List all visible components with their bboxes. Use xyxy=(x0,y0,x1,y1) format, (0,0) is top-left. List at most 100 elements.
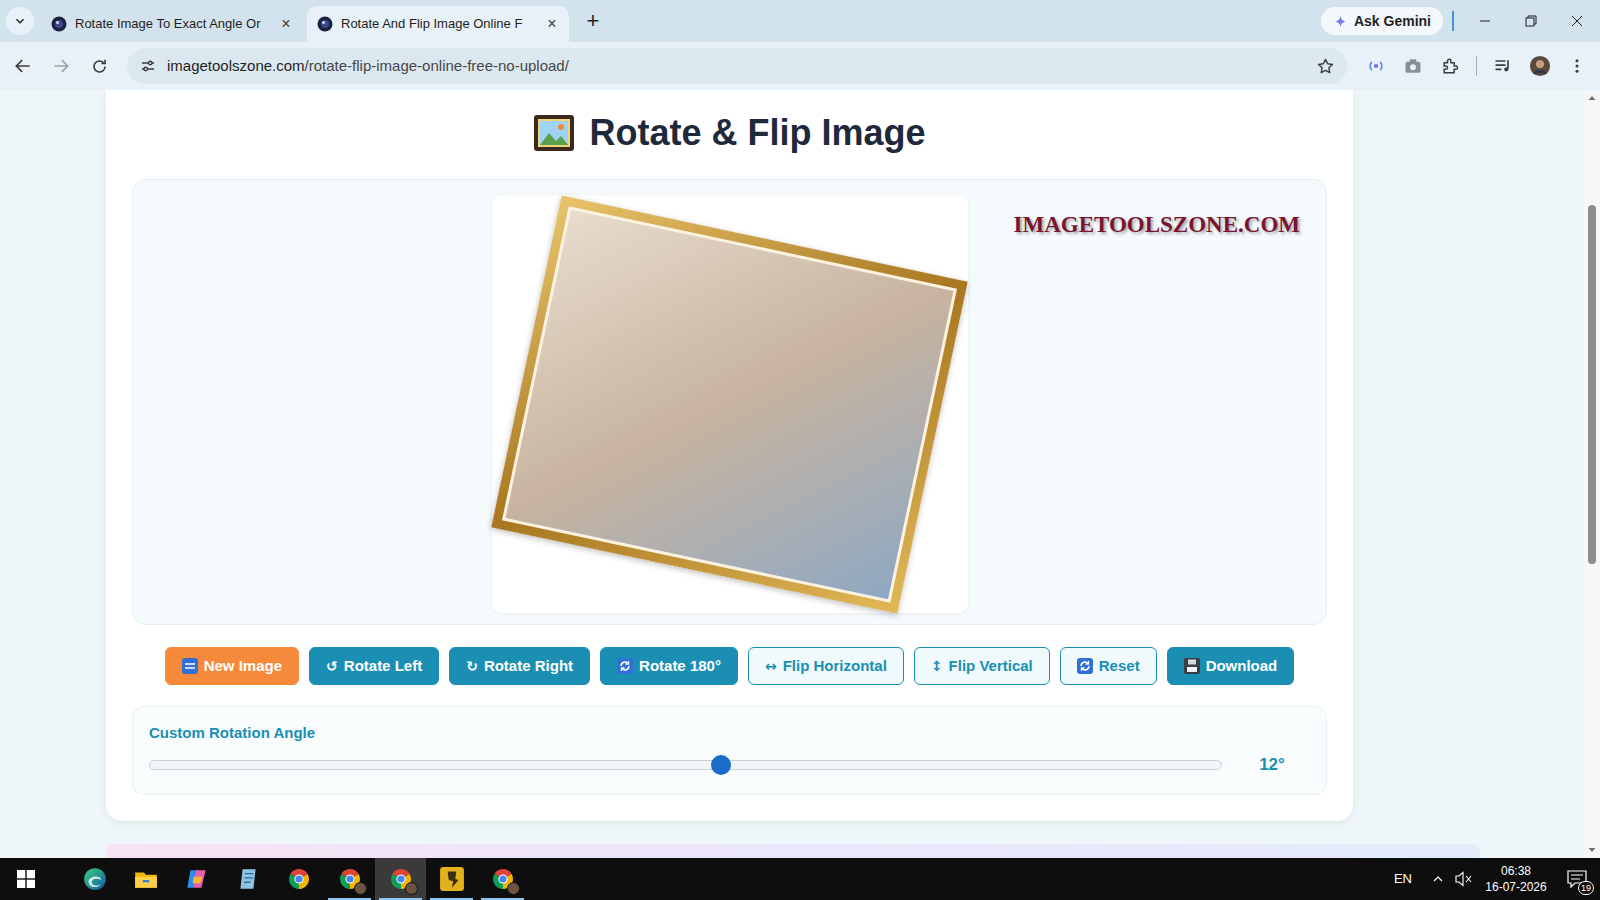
button-glyph: ↺ xyxy=(326,656,338,677)
taskbar-app[interactable] xyxy=(375,858,426,900)
gemini-star-icon xyxy=(1333,14,1348,29)
start-button[interactable] xyxy=(0,858,52,900)
slider-thumb[interactable] xyxy=(711,755,731,775)
clock-time: 06:38 xyxy=(1501,863,1531,879)
web-page: Rotate & Flip Image IMAGETOOLSZONE.COM New… xyxy=(0,90,1600,858)
camera-button[interactable] xyxy=(1396,49,1430,83)
app-icon-slot xyxy=(235,866,261,892)
cycle-arrows-icon xyxy=(1077,658,1093,674)
button-label: Reset xyxy=(1099,655,1140,678)
folder-icon xyxy=(133,866,159,892)
scrollbar[interactable] xyxy=(1584,90,1600,858)
minimize-button[interactable] xyxy=(1462,0,1508,42)
slider-track xyxy=(149,760,1222,770)
notifications-button[interactable]: 19 xyxy=(1554,858,1600,900)
reload-button[interactable] xyxy=(82,49,116,83)
tab-search-button[interactable] xyxy=(6,7,34,35)
chrome-profile-icon xyxy=(491,867,515,891)
language-indicator[interactable]: EN xyxy=(1380,869,1426,889)
running-indicator xyxy=(430,898,473,900)
chrome-profile-icon xyxy=(389,867,413,891)
more-vertical-icon xyxy=(1568,57,1586,75)
new-tab-button[interactable]: + xyxy=(579,7,607,35)
menu-button[interactable] xyxy=(1560,49,1594,83)
app-icon-slot xyxy=(389,867,413,891)
taskbar-app[interactable] xyxy=(69,858,120,900)
camera-icon xyxy=(1403,56,1423,76)
copilot-icon xyxy=(184,866,210,892)
taskbar-app[interactable] xyxy=(273,858,324,900)
rotated-photo[interactable] xyxy=(491,195,967,613)
app-icon-slot xyxy=(439,866,465,892)
taskbar: EN 06:3816-07-202619 xyxy=(0,858,1600,900)
page-title: Rotate & Flip Image xyxy=(589,111,925,155)
clock[interactable]: 06:3816-07-2026 xyxy=(1478,863,1554,895)
media-queue-icon xyxy=(1493,56,1513,76)
forward-button[interactable] xyxy=(44,49,78,83)
yellow-app-icon xyxy=(439,866,465,892)
running-indicator xyxy=(124,898,167,900)
cycle-arrows-icon xyxy=(617,658,633,674)
volume-button[interactable] xyxy=(1450,858,1478,900)
taskbar-app[interactable] xyxy=(324,858,375,900)
back-button[interactable] xyxy=(6,49,40,83)
puzzle-icon xyxy=(1440,56,1460,76)
tool-button[interactable]: Rotate 180° xyxy=(600,647,738,685)
url-domain: imagetoolszone.com xyxy=(167,55,305,78)
slider-reading: 12° xyxy=(1252,752,1292,778)
tool-button[interactable]: ↕Flip Vertical xyxy=(914,647,1050,685)
running-indicator xyxy=(328,898,371,900)
tool-button[interactable]: ↺Rotate Left xyxy=(309,647,439,685)
next-section xyxy=(106,844,1480,858)
chevron-up-icon xyxy=(1432,873,1444,885)
running-indicator xyxy=(277,898,320,900)
close-window-button[interactable] xyxy=(1554,0,1600,42)
gemini-live-button[interactable] xyxy=(1359,49,1393,83)
tool-button[interactable]: Reset xyxy=(1060,647,1157,685)
speaker-muted-icon xyxy=(1455,871,1473,887)
address-bar[interactable]: imagetoolszone.com/rotate-flip-image-onl… xyxy=(127,48,1347,84)
app-icon-slot xyxy=(287,867,311,891)
windows-logo-icon xyxy=(17,870,35,888)
button-glyph: ↔ xyxy=(765,656,777,677)
scroll-up-icon xyxy=(1584,90,1600,106)
reload-icon xyxy=(90,57,109,76)
browser-tab[interactable]: Rotate Image To Exact Angle Or× xyxy=(41,6,303,42)
floppy-disk-icon xyxy=(1184,658,1200,674)
browser-tab[interactable]: Rotate And Flip Image Online F× xyxy=(307,6,569,42)
tool-button[interactable]: ↔Flip Horizontal xyxy=(748,647,904,685)
tool-button[interactable]: Download xyxy=(1167,647,1295,685)
profile-button[interactable] xyxy=(1523,49,1557,83)
ask-gemini-label: Ask Gemini xyxy=(1354,11,1431,32)
tool-button[interactable]: ↻Rotate Right xyxy=(449,647,590,685)
framed-picture-icon xyxy=(533,114,575,152)
watermark: IMAGETOOLSZONE.COM xyxy=(1014,208,1300,243)
taskbar-app[interactable] xyxy=(477,858,528,900)
button-label: Rotate Right xyxy=(484,655,573,678)
tray-overflow-button[interactable] xyxy=(1426,858,1450,900)
globe-favicon-icon xyxy=(51,16,67,32)
bookmark-star-icon[interactable] xyxy=(1316,57,1335,76)
media-button[interactable] xyxy=(1486,49,1520,83)
extensions-button[interactable] xyxy=(1433,49,1467,83)
close-icon xyxy=(1571,15,1583,27)
tab-close-button[interactable]: × xyxy=(277,15,295,33)
taskbar-app[interactable] xyxy=(426,858,477,900)
app-icon-slot xyxy=(491,867,515,891)
scroll-thumb[interactable] xyxy=(1588,205,1596,564)
taskbar-app[interactable] xyxy=(120,858,171,900)
taskbar-app[interactable] xyxy=(222,858,273,900)
app-icon-slot xyxy=(184,866,210,892)
restore-button[interactable] xyxy=(1508,0,1554,42)
rotation-panel: Custom Rotation Angle12° xyxy=(132,706,1327,795)
ask-gemini-button[interactable]: Ask Gemini xyxy=(1321,7,1443,35)
taskbar-app[interactable] xyxy=(171,858,222,900)
preview-area: IMAGETOOLSZONE.COM xyxy=(132,179,1327,625)
tool-button[interactable]: New Image xyxy=(165,647,299,685)
app-icon-slot xyxy=(82,866,108,892)
tab-close-button[interactable]: × xyxy=(543,15,561,33)
back-arrow-icon xyxy=(13,56,33,76)
tab-strip: Rotate Image To Exact Angle Or×Rotate An… xyxy=(0,0,1600,42)
forward-arrow-icon xyxy=(51,56,71,76)
button-label: Rotate 180° xyxy=(639,655,721,678)
